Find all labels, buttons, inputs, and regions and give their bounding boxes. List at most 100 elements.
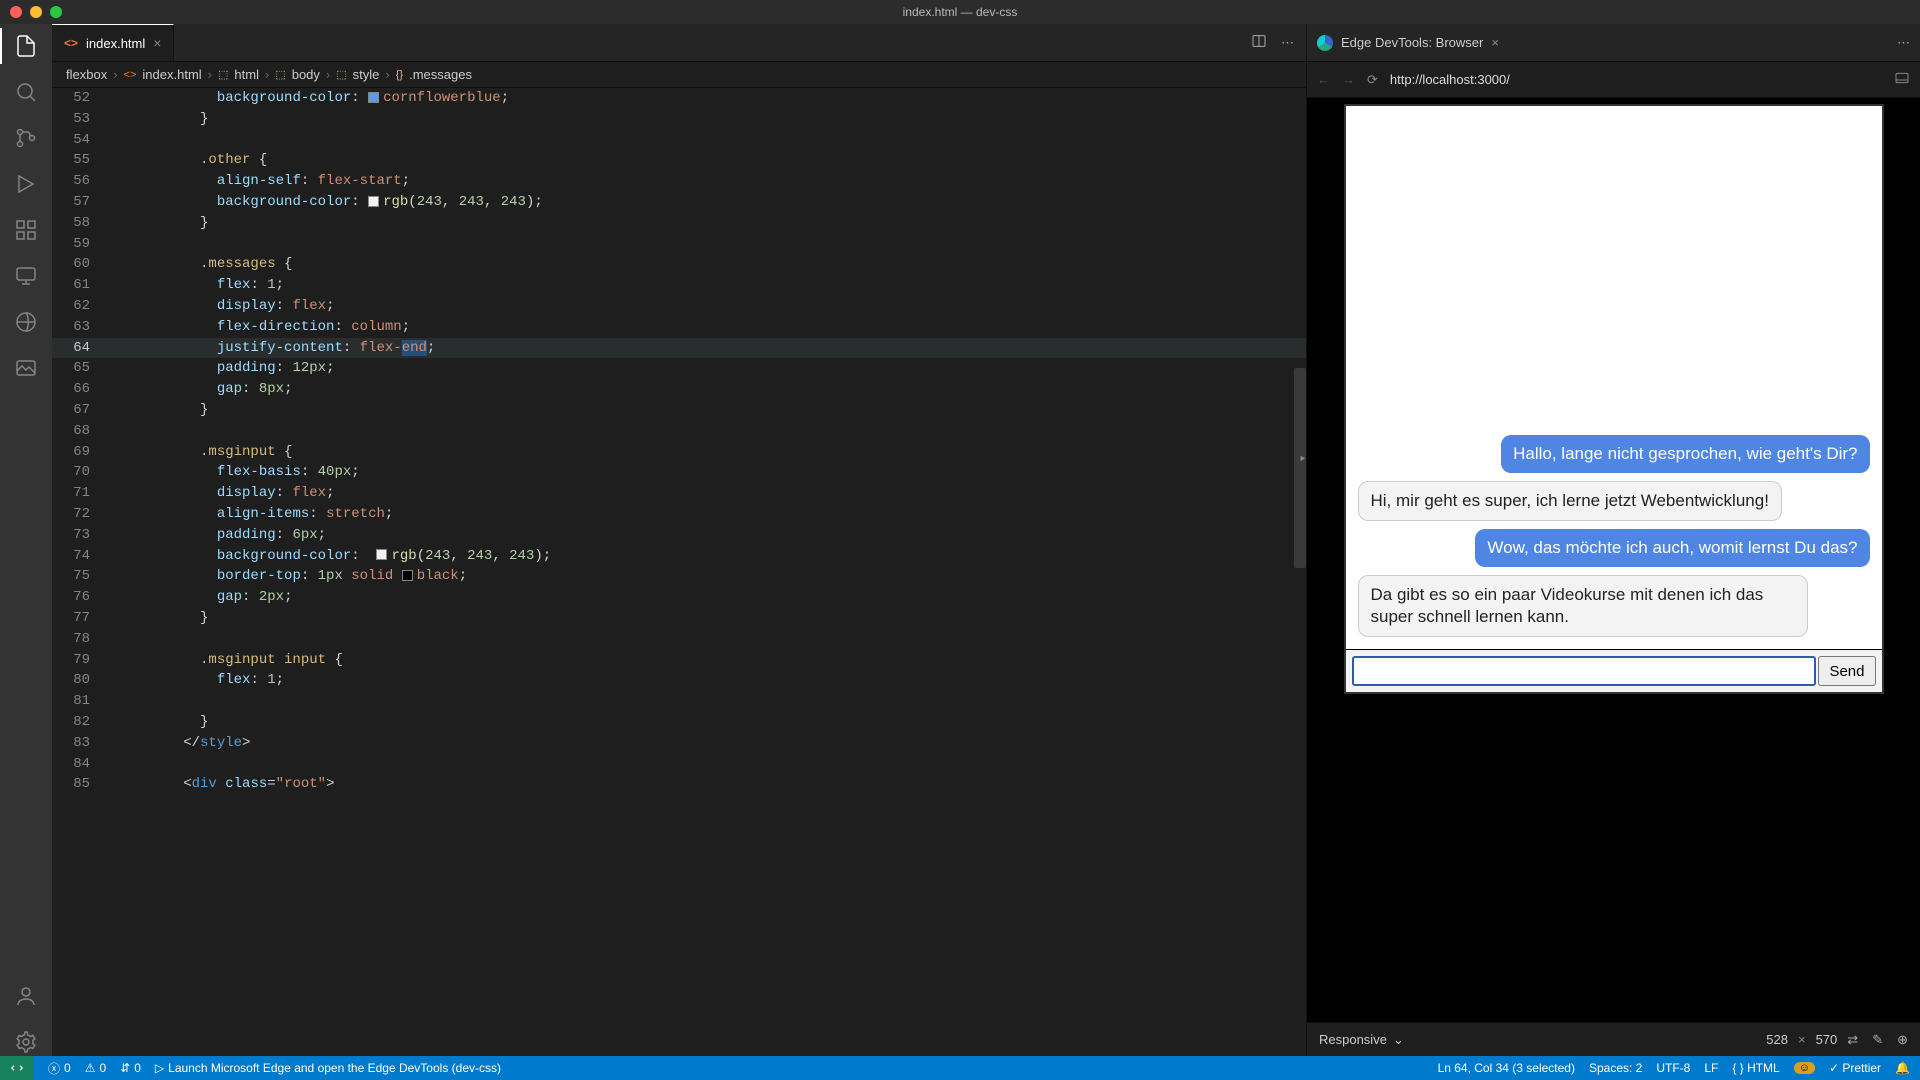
reload-icon[interactable]: ⟳ bbox=[1367, 72, 1378, 88]
forward-icon[interactable]: → bbox=[1342, 72, 1355, 87]
feedback-icon[interactable]: ☺ bbox=[1794, 1062, 1815, 1074]
rendered-page[interactable]: Hallo, lange nicht gesprochen, wie geht'… bbox=[1344, 104, 1884, 694]
code-line[interactable]: 74 background-color: rgb(243, 243, 243); bbox=[52, 546, 1306, 567]
code-text[interactable]: display: flex; bbox=[108, 483, 1306, 504]
code-text[interactable]: display: flex; bbox=[108, 296, 1306, 317]
code-text[interactable] bbox=[108, 691, 1306, 712]
code-text[interactable]: flex-basis: 40px; bbox=[108, 462, 1306, 483]
code-line[interactable]: 76 gap: 2px; bbox=[52, 587, 1306, 608]
code-line[interactable]: 67 } bbox=[52, 400, 1306, 421]
maximize-window-button[interactable] bbox=[50, 6, 62, 18]
code-text[interactable]: gap: 2px; bbox=[108, 587, 1306, 608]
device-selector[interactable]: Responsive ⌄ bbox=[1319, 1032, 1404, 1048]
breadcrumb-item[interactable]: body bbox=[292, 67, 320, 82]
run-debug-icon[interactable] bbox=[12, 170, 40, 198]
more-icon[interactable]: ⊕ bbox=[1897, 1032, 1908, 1048]
encoding[interactable]: UTF-8 bbox=[1656, 1061, 1690, 1075]
settings-gear-icon[interactable] bbox=[12, 1028, 40, 1056]
ports[interactable]: ⇵ 0 bbox=[120, 1061, 141, 1075]
more-actions-icon[interactable]: ⋯ bbox=[1281, 35, 1294, 51]
code-text[interactable]: border-top: 1px solid black; bbox=[108, 566, 1306, 587]
account-icon[interactable] bbox=[12, 982, 40, 1010]
indentation[interactable]: Spaces: 2 bbox=[1589, 1061, 1642, 1075]
code-line[interactable]: 75 border-top: 1px solid black; bbox=[52, 566, 1306, 587]
code-line[interactable]: 79 .msginput input { bbox=[52, 650, 1306, 671]
devtools-tab[interactable]: Edge DevTools: Browser × bbox=[1317, 35, 1499, 51]
code-text[interactable]: justify-content: flex-end; bbox=[108, 338, 1306, 359]
code-text[interactable]: } bbox=[108, 109, 1306, 130]
breadcrumb[interactable]: flexbox› <> index.html› ⬚ html› ⬚ body› … bbox=[52, 62, 1306, 88]
more-actions-icon[interactable]: ⋯ bbox=[1897, 35, 1910, 51]
code-line[interactable]: 52 background-color: cornflowerblue; bbox=[52, 88, 1306, 109]
code-line[interactable]: 73 padding: 6px; bbox=[52, 525, 1306, 546]
formatter[interactable]: ✓ Prettier bbox=[1829, 1061, 1881, 1075]
problems-errors[interactable]: ⓧ 0 bbox=[48, 1060, 71, 1077]
code-text[interactable] bbox=[108, 629, 1306, 650]
code-text[interactable] bbox=[108, 130, 1306, 151]
search-icon[interactable] bbox=[12, 78, 40, 106]
code-text[interactable]: .other { bbox=[108, 150, 1306, 171]
code-editor[interactable]: 52 background-color: cornflowerblue;53 }… bbox=[52, 88, 1306, 1056]
code-text[interactable]: } bbox=[108, 712, 1306, 733]
code-line[interactable]: 58 } bbox=[52, 213, 1306, 234]
code-text[interactable]: align-self: flex-start; bbox=[108, 171, 1306, 192]
code-text[interactable] bbox=[108, 421, 1306, 442]
code-line[interactable]: 61 flex: 1; bbox=[52, 275, 1306, 296]
breadcrumb-item[interactable]: index.html bbox=[142, 67, 201, 82]
code-line[interactable]: 80 flex: 1; bbox=[52, 670, 1306, 691]
source-control-icon[interactable] bbox=[12, 124, 40, 152]
code-line[interactable]: 78 bbox=[52, 629, 1306, 650]
code-text[interactable]: flex: 1; bbox=[108, 670, 1306, 691]
code-line[interactable]: 54 bbox=[52, 130, 1306, 151]
code-text[interactable]: background-color: rgb(243, 243, 243); bbox=[108, 546, 1306, 567]
code-line[interactable]: 84 bbox=[52, 754, 1306, 775]
viewport-width[interactable]: 528 bbox=[1766, 1032, 1788, 1047]
code-line[interactable]: 85 <div class="root"> bbox=[52, 774, 1306, 795]
code-line[interactable]: 62 display: flex; bbox=[52, 296, 1306, 317]
code-line[interactable]: 55 .other { bbox=[52, 150, 1306, 171]
code-text[interactable]: background-color: rgb(243, 243, 243); bbox=[108, 192, 1306, 213]
close-window-button[interactable] bbox=[10, 6, 22, 18]
code-text[interactable] bbox=[108, 234, 1306, 255]
code-text[interactable]: } bbox=[108, 400, 1306, 421]
code-line[interactable]: 60 .messages { bbox=[52, 254, 1306, 275]
code-line[interactable]: 70 flex-basis: 40px; bbox=[52, 462, 1306, 483]
code-text[interactable]: padding: 6px; bbox=[108, 525, 1306, 546]
breadcrumb-item[interactable]: .messages bbox=[409, 67, 472, 82]
code-line[interactable]: 57 background-color: rgb(243, 243, 243); bbox=[52, 192, 1306, 213]
code-text[interactable]: padding: 12px; bbox=[108, 358, 1306, 379]
code-text[interactable]: flex-direction: column; bbox=[108, 317, 1306, 338]
breadcrumb-item[interactable]: style bbox=[353, 67, 380, 82]
code-line[interactable]: 77 } bbox=[52, 608, 1306, 629]
code-line[interactable]: 71 display: flex; bbox=[52, 483, 1306, 504]
code-text[interactable]: background-color: cornflowerblue; bbox=[108, 88, 1306, 109]
code-text[interactable]: } bbox=[108, 608, 1306, 629]
tab-index-html[interactable]: <> index.html × bbox=[52, 24, 174, 61]
code-text[interactable]: .msginput { bbox=[108, 442, 1306, 463]
extensions-icon[interactable] bbox=[12, 216, 40, 244]
edge-tools-icon[interactable] bbox=[12, 308, 40, 336]
gallery-icon[interactable] bbox=[12, 354, 40, 382]
eol[interactable]: LF bbox=[1704, 1061, 1718, 1075]
launch-task[interactable]: ▷ Launch Microsoft Edge and open the Edg… bbox=[155, 1061, 501, 1075]
code-line[interactable]: 69 .msginput { bbox=[52, 442, 1306, 463]
open-devtools-icon[interactable] bbox=[1894, 70, 1910, 89]
code-text[interactable]: <div class="root"> bbox=[108, 774, 1306, 795]
code-line[interactable]: 83 </style> bbox=[52, 733, 1306, 754]
code-text[interactable]: .messages { bbox=[108, 254, 1306, 275]
close-dim-icon[interactable]: × bbox=[1798, 1032, 1806, 1047]
chat-input[interactable] bbox=[1352, 656, 1817, 686]
code-text[interactable]: gap: 8px; bbox=[108, 379, 1306, 400]
screenshot-icon[interactable]: ✎ bbox=[1872, 1032, 1883, 1048]
remote-explorer-icon[interactable] bbox=[12, 262, 40, 290]
code-text[interactable]: .msginput input { bbox=[108, 650, 1306, 671]
back-icon[interactable]: ← bbox=[1317, 72, 1330, 87]
breadcrumb-item[interactable]: html bbox=[234, 67, 259, 82]
code-text[interactable]: </style> bbox=[108, 733, 1306, 754]
code-text[interactable]: flex: 1; bbox=[108, 275, 1306, 296]
close-tab-icon[interactable]: × bbox=[1491, 35, 1499, 50]
code-line[interactable]: 81 bbox=[52, 691, 1306, 712]
language-mode[interactable]: { } HTML bbox=[1732, 1061, 1779, 1075]
send-button[interactable]: Send bbox=[1818, 656, 1875, 686]
code-text[interactable] bbox=[108, 754, 1306, 775]
